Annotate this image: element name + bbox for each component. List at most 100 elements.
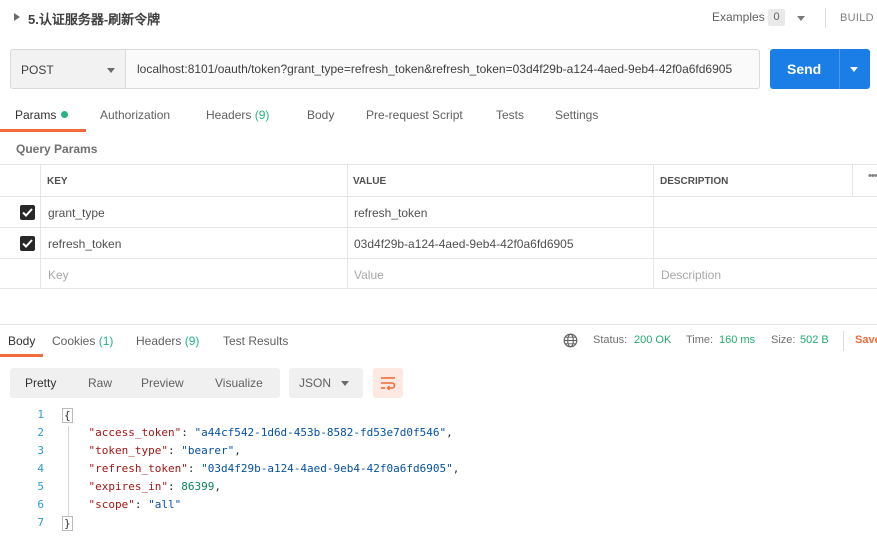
- json-value: "all": [148, 498, 182, 511]
- json-key: "token_type": [88, 444, 168, 457]
- status-value[interactable]: 200 OK: [634, 334, 671, 346]
- code-line: 1 {: [0, 408, 877, 426]
- divider: [40, 164, 41, 289]
- new-key-input[interactable]: Key: [48, 268, 69, 282]
- caret-down-icon[interactable]: [850, 67, 858, 72]
- json-value: 86399: [181, 480, 215, 493]
- caret-down-icon: [107, 68, 115, 73]
- pretty-button[interactable]: Pretty: [25, 376, 56, 390]
- save-response-button[interactable]: Save: [855, 334, 877, 346]
- response-tab-body[interactable]: Body: [8, 334, 35, 348]
- tab-headers[interactable]: Headers (9): [206, 108, 269, 122]
- examples-count-badge: 0: [768, 9, 785, 26]
- open-brace: {: [62, 408, 73, 423]
- divider: [347, 164, 348, 289]
- code-text: "token_type": "bearer",: [88, 444, 241, 457]
- table-row: grant_type refresh_token: [0, 196, 877, 227]
- column-value: VALUE: [353, 176, 387, 187]
- tab-pre-request-script[interactable]: Pre-request Script: [366, 108, 463, 122]
- code-line: 4 "refresh_token": "03d4f29b-a124-4aed-9…: [0, 462, 877, 480]
- tab-params[interactable]: Params: [15, 108, 69, 122]
- caret-down-icon[interactable]: [797, 16, 805, 21]
- divider: [843, 331, 844, 351]
- line-number: 4: [37, 462, 44, 475]
- caret-right-icon[interactable]: [14, 13, 20, 21]
- method-label: POST: [21, 63, 54, 77]
- json-key: "scope": [88, 498, 135, 511]
- time-label: Time:: [686, 334, 714, 346]
- send-button[interactable]: Send: [770, 49, 870, 89]
- response-tab-headers[interactable]: Headers (9): [136, 334, 199, 348]
- method-select[interactable]: POST: [10, 49, 126, 89]
- preview-button[interactable]: Preview: [141, 376, 184, 390]
- code-line: 6 "scope": "all": [0, 498, 877, 516]
- code-text: "refresh_token": "03d4f29b-a124-4aed-9eb…: [88, 462, 460, 475]
- url-input[interactable]: localhost:8101/oauth/token?grant_type=re…: [126, 49, 760, 89]
- tab-label: Headers: [136, 334, 182, 348]
- line-number: 5: [37, 480, 44, 493]
- tab-body[interactable]: Body: [307, 108, 334, 122]
- table-row-new: Key Value Description: [0, 258, 877, 289]
- row-checkbox[interactable]: [20, 236, 35, 251]
- close-brace: }: [62, 516, 73, 531]
- tab-tests[interactable]: Tests: [496, 108, 524, 122]
- json-key: "expires_in": [88, 480, 168, 493]
- json-value: "a44cf542-1d6d-453b-8582-fd53e7d0f546": [194, 426, 447, 439]
- tab-label: Params: [15, 108, 57, 122]
- query-params-title: Query Params: [16, 142, 98, 156]
- divider: [825, 8, 826, 28]
- new-value-input[interactable]: Value: [354, 268, 384, 282]
- tab-settings[interactable]: Settings: [555, 108, 598, 122]
- new-description-input[interactable]: Description: [661, 268, 721, 282]
- check-icon: [22, 239, 33, 248]
- param-key[interactable]: grant_type: [48, 206, 105, 220]
- json-value: "bearer": [181, 444, 235, 457]
- check-icon: [22, 208, 33, 217]
- tab-label: Headers: [206, 108, 252, 122]
- response-tab-test-results[interactable]: Test Results: [223, 334, 288, 348]
- size-value[interactable]: 502 B: [800, 334, 829, 346]
- row-checkbox[interactable]: [20, 205, 35, 220]
- code-line: 3 "token_type": "bearer",: [0, 444, 877, 462]
- code-text: "scope": "all": [88, 498, 182, 511]
- line-number: 7: [37, 516, 44, 529]
- response-tab-cookies[interactable]: Cookies (1): [52, 334, 113, 348]
- line-number: 3: [37, 444, 44, 457]
- wrap-lines-button[interactable]: [373, 368, 403, 398]
- active-tab-indicator: [0, 354, 43, 357]
- tab-authorization[interactable]: Authorization: [100, 108, 170, 122]
- divider: [653, 164, 654, 289]
- json-value: "03d4f29b-a124-4aed-9eb4-42f0a6fd6905": [201, 462, 453, 475]
- examples-label[interactable]: Examples: [712, 10, 765, 24]
- build-button[interactable]: BUILD: [840, 12, 874, 24]
- format-select[interactable]: JSON: [289, 368, 363, 398]
- param-key[interactable]: refresh_token: [48, 237, 121, 251]
- divider: [852, 164, 853, 196]
- code-text: {: [62, 408, 73, 423]
- time-value[interactable]: 160 ms: [719, 334, 755, 346]
- globe-icon[interactable]: [563, 333, 578, 348]
- line-number: 2: [37, 426, 44, 439]
- param-value[interactable]: refresh_token: [354, 206, 427, 220]
- code-text: "access_token": "a44cf542-1d6d-453b-8582…: [88, 426, 453, 439]
- size-label: Size:: [771, 334, 796, 346]
- tab-count: (9): [184, 334, 200, 348]
- param-value[interactable]: 03d4f29b-a124-4aed-9eb4-42f0a6fd6905: [354, 237, 574, 251]
- tab-label: Cookies: [52, 334, 96, 348]
- tab-count: (1): [98, 334, 114, 348]
- active-tab-indicator: [0, 129, 86, 132]
- code-text: }: [62, 516, 73, 531]
- json-key: "access_token": [88, 426, 182, 439]
- response-tabs: Body Cookies (1) Headers (9) Test Result…: [0, 325, 877, 357]
- response-view-modes: Pretty Raw Preview Visualize: [10, 368, 280, 398]
- status-label: Status:: [593, 334, 628, 346]
- active-dot-icon: [61, 111, 69, 118]
- more-options-icon[interactable]: •••: [868, 170, 877, 182]
- visualize-button[interactable]: Visualize: [215, 376, 263, 390]
- code-text: "expires_in": 86399,: [88, 480, 221, 493]
- raw-button[interactable]: Raw: [88, 376, 112, 390]
- table-header: KEY VALUE DESCRIPTION •••: [0, 164, 877, 196]
- request-title[interactable]: 5.认证服务器-刷新令牌: [28, 9, 160, 28]
- table-row: refresh_token 03d4f29b-a124-4aed-9eb4-42…: [0, 227, 877, 258]
- wrap-lines-icon: [381, 377, 396, 390]
